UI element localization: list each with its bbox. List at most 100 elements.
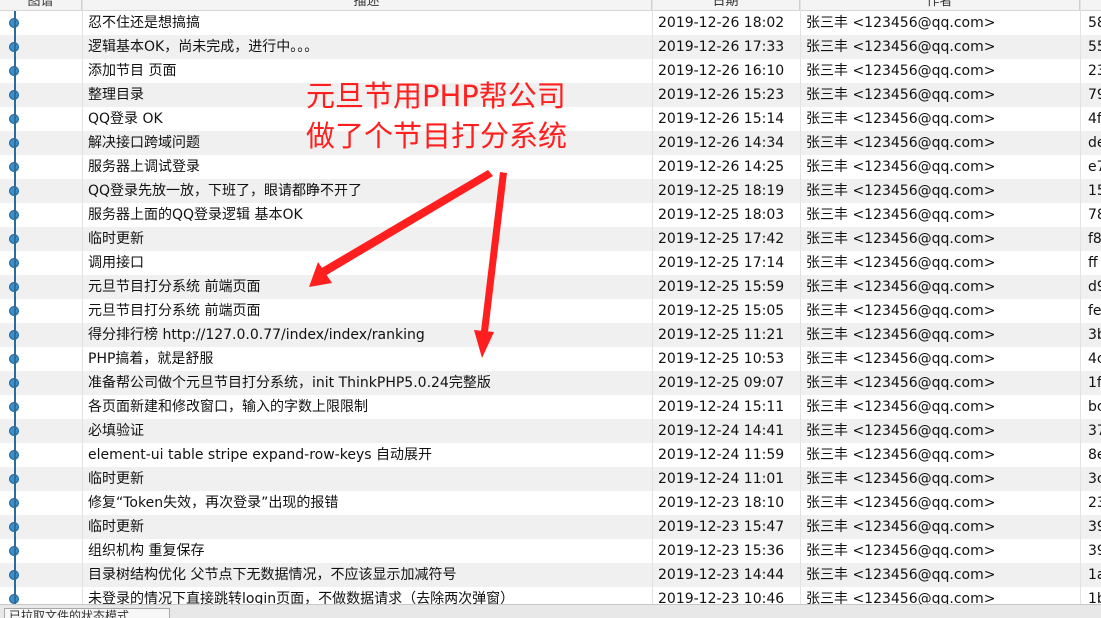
commit-row[interactable]: 得分排行榜 http://127.0.0.77/index/index/rank… <box>0 323 1101 347</box>
branch-line <box>14 11 16 604</box>
commit-author: 张三丰 <123456@qq.com> <box>806 255 996 271</box>
commit-author: 张三丰 <123456@qq.com> <box>806 399 996 415</box>
commit-author: 张三丰 <123456@qq.com> <box>806 15 996 31</box>
commit-date: 2019-12-26 18:02 <box>658 15 785 31</box>
commit-message: 服务器上调试登录 <box>88 159 200 175</box>
commit-author: 张三丰 <123456@qq.com> <box>806 159 996 175</box>
commit-row[interactable]: element-ui table stripe expand-row-keys … <box>0 443 1101 467</box>
commit-author: 张三丰 <123456@qq.com> <box>806 39 996 55</box>
commit-author: 张三丰 <123456@qq.com> <box>806 471 996 487</box>
column-header: 图谱 描述 日期 作者 <box>0 0 1101 11</box>
vertical-scrollbar[interactable] <box>1090 0 1101 604</box>
commit-date: 2019-12-25 15:59 <box>658 279 785 295</box>
commit-row[interactable]: 修复“Token失效，再次登录”出现的报错 2019-12-23 18:10 张三丰… <box>0 491 1101 515</box>
commit-row[interactable]: QQ登录先放一放，下班了，眼请都睁不开了 2019-12-25 18:19 张三丰 … <box>0 179 1101 203</box>
column-divider <box>652 0 653 604</box>
commit-row[interactable]: 目录树结构优化 父节点下无数据情况，不应该显示加减符号 2019-12-23 14… <box>0 563 1101 587</box>
commit-message: 调用接口 <box>88 255 144 271</box>
column-header-author[interactable]: 作者 <box>800 0 1080 10</box>
commit-author: 张三丰 <123456@qq.com> <box>806 87 996 103</box>
commit-author: 张三丰 <123456@qq.com> <box>806 111 996 127</box>
commit-row[interactable]: 组织机构 重复保存 2019-12-23 15:36 张三丰 <123456@qq.… <box>0 539 1101 563</box>
commit-message: 必填验证 <box>88 423 144 439</box>
commit-row[interactable]: 服务器上面的QQ登录逻辑 基本OK 2019-12-25 18:03 张三丰 <12… <box>0 203 1101 227</box>
commit-message: 临时更新 <box>88 519 144 535</box>
commit-date: 2019-12-25 18:03 <box>658 207 785 223</box>
annotation-line-2: 做了个节目打分系统 <box>306 119 568 153</box>
commit-row[interactable]: 准备帮公司做个元旦节目打分系统，init ThinkPHP5.0.24完整版 20… <box>0 371 1101 395</box>
commit-row[interactable]: PHP搞着，就是舒服 2019-12-25 10:53 张三丰 <123456@qq… <box>0 347 1101 371</box>
annotation-line-1: 元旦节用PHP帮公司 <box>306 79 566 113</box>
commit-author: 张三丰 <123456@qq.com> <box>806 519 996 535</box>
column-header-graph[interactable]: 图谱 <box>0 0 82 10</box>
commit-row[interactable]: 元旦节目打分系统 前端页面 2019-12-25 15:05 张三丰 <123456… <box>0 299 1101 323</box>
commit-date: 2019-12-23 15:47 <box>658 519 785 535</box>
commit-date: 2019-12-25 11:21 <box>658 327 785 343</box>
commit-author: 张三丰 <123456@qq.com> <box>806 135 996 151</box>
commit-author: 张三丰 <123456@qq.com> <box>806 303 996 319</box>
commit-author: 张三丰 <123456@qq.com> <box>806 495 996 511</box>
commit-date: 2019-12-24 14:41 <box>658 423 785 439</box>
commit-message: element-ui table stripe expand-row-keys … <box>88 447 432 463</box>
commit-author: 张三丰 <123456@qq.com> <box>806 567 996 583</box>
commit-author: 张三丰 <123456@qq.com> <box>806 375 996 391</box>
commit-date: 2019-12-25 18:19 <box>658 183 785 199</box>
commit-date: 2019-12-25 17:42 <box>658 231 785 247</box>
commit-row[interactable]: 调用接口 2019-12-25 17:14 张三丰 <123456@qq.com> f… <box>0 251 1101 275</box>
commit-author: 张三丰 <123456@qq.com> <box>806 591 996 604</box>
commit-row[interactable]: 临时更新 2019-12-25 17:42 张三丰 <123456@qq.com> f… <box>0 227 1101 251</box>
commit-message: 临时更新 <box>88 231 144 247</box>
commit-date: 2019-12-25 10:53 <box>658 351 785 367</box>
commit-date: 2019-12-23 15:36 <box>658 543 785 559</box>
commit-date: 2019-12-24 11:59 <box>658 447 785 463</box>
column-header-date[interactable]: 日期 <box>652 0 800 10</box>
commit-date: 2019-12-25 09:07 <box>658 375 785 391</box>
commit-date: 2019-12-24 15:11 <box>658 399 785 415</box>
commit-date: 2019-12-26 15:14 <box>658 111 785 127</box>
commit-date: 2019-12-26 15:23 <box>658 87 785 103</box>
commit-author: 张三丰 <123456@qq.com> <box>806 183 996 199</box>
commit-message: 修复“Token失效，再次登录”出现的报错 <box>88 495 339 511</box>
commit-row[interactable]: 必填验证 2019-12-24 14:41 张三丰 <123456@qq.com> 3… <box>0 419 1101 443</box>
red-annotation: 元旦节用PHP帮公司 做了个节目打分系统 <box>306 76 567 156</box>
commit-row[interactable]: 忍不住还是想搞搞 2019-12-26 18:02 张三丰 <123456@qq.c… <box>0 11 1101 35</box>
commit-row[interactable]: 服务器上调试登录 2019-12-26 14:25 张三丰 <123456@qq.c… <box>0 155 1101 179</box>
commit-row[interactable]: 临时更新 2019-12-24 11:01 张三丰 <123456@qq.com> 3… <box>0 467 1101 491</box>
commit-message: QQ登录先放一放，下班了，眼请都睁不开了 <box>88 183 363 199</box>
status-bar: 已拉取文件的状态模式 <box>0 604 1101 618</box>
commit-message: 元旦节目打分系统 前端页面 <box>88 279 261 295</box>
commit-message: 元旦节目打分系统 前端页面 <box>88 303 261 319</box>
commit-date: 2019-12-26 14:34 <box>658 135 785 151</box>
commit-row[interactable]: 未登录的情况下直接跳转login页面，不做数据请求（去除两次弹窗） 2019-12… <box>0 587 1101 604</box>
column-header-message[interactable]: 描述 <box>82 0 652 10</box>
commit-author: 张三丰 <123456@qq.com> <box>806 279 996 295</box>
commit-date: 2019-12-26 16:10 <box>658 63 785 79</box>
commit-message: 目录树结构优化 父节点下无数据情况，不应该显示加减符号 <box>88 567 457 583</box>
commit-author: 张三丰 <123456@qq.com> <box>806 351 996 367</box>
commit-row[interactable]: 逻辑基本OK，尚未完成，进行中。。。 2019-12-26 17:33 张三丰 <1… <box>0 35 1101 59</box>
column-divider <box>800 0 801 604</box>
commit-date: 2019-12-25 17:14 <box>658 255 785 271</box>
commit-message: 逻辑基本OK，尚未完成，进行中。。。 <box>88 39 319 55</box>
commit-date: 2019-12-24 11:01 <box>658 471 785 487</box>
commit-author: 张三丰 <123456@qq.com> <box>806 63 996 79</box>
commit-message: 准备帮公司做个元旦节目打分系统，init ThinkPHP5.0.24完整版 <box>88 375 491 391</box>
commit-message: 组织机构 重复保存 <box>88 543 205 559</box>
commit-message: 临时更新 <box>88 471 144 487</box>
commit-date: 2019-12-26 17:33 <box>658 39 785 55</box>
commit-author: 张三丰 <123456@qq.com> <box>806 207 996 223</box>
commit-author: 张三丰 <123456@qq.com> <box>806 423 996 439</box>
commit-row[interactable]: 元旦节目打分系统 前端页面 2019-12-25 15:59 张三丰 <123456… <box>0 275 1101 299</box>
commit-message: PHP搞着，就是舒服 <box>88 351 214 367</box>
commit-message: 忍不住还是想搞搞 <box>88 15 200 31</box>
column-divider <box>82 0 83 604</box>
commit-row[interactable]: 各页面新建和修改窗口，输入的字数上限限制 2019-12-24 15:11 张三丰 … <box>0 395 1101 419</box>
commit-message: 未登录的情况下直接跳转login页面，不做数据请求（去除两次弹窗） <box>88 591 515 604</box>
commit-author: 张三丰 <123456@qq.com> <box>806 327 996 343</box>
commit-message: 服务器上面的QQ登录逻辑 基本OK <box>88 207 303 223</box>
commit-date: 2019-12-23 14:44 <box>658 567 785 583</box>
commit-message: 各页面新建和修改窗口，输入的字数上限限制 <box>88 399 368 415</box>
commit-date: 2019-12-25 15:05 <box>658 303 785 319</box>
commit-author: 张三丰 <123456@qq.com> <box>806 447 996 463</box>
commit-row[interactable]: 临时更新 2019-12-23 15:47 张三丰 <123456@qq.com> 3… <box>0 515 1101 539</box>
